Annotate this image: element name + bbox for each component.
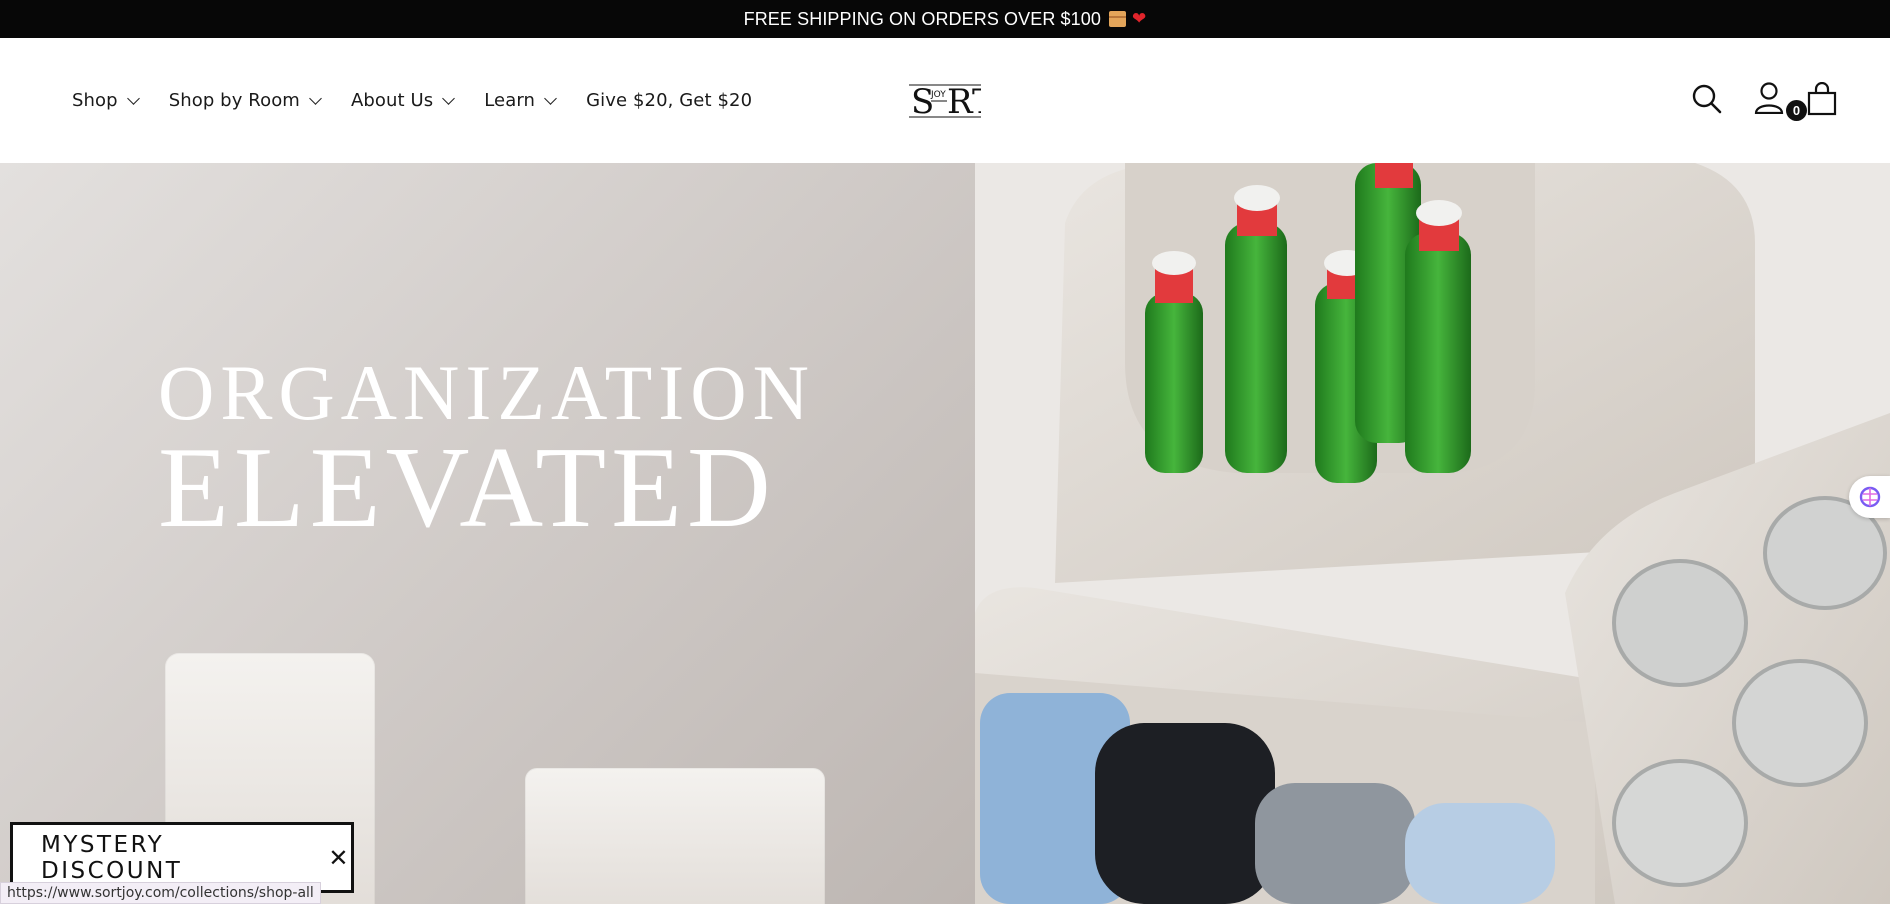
cart-icon[interactable] bbox=[1806, 81, 1838, 116]
nav-give-get-label: Give $20, Get $20 bbox=[586, 90, 753, 111]
hero-right-image bbox=[975, 163, 1890, 904]
package-icon bbox=[1109, 11, 1127, 27]
site-logo[interactable]: S JOY RT bbox=[909, 79, 981, 121]
nav-learn[interactable]: Learn bbox=[484, 90, 557, 111]
hero-left-image: ORGANIZATION ELEVATED bbox=[0, 163, 975, 904]
nav-shop-by-room[interactable]: Shop by Room bbox=[168, 90, 322, 111]
close-icon[interactable]: ✕ bbox=[328, 844, 351, 872]
storage-container-image bbox=[525, 768, 825, 904]
site-header: Shop Shop by Room About Us Learn Give $2… bbox=[0, 38, 1890, 163]
nav-shop-label: Shop bbox=[72, 90, 118, 111]
nav-about-us-label: About Us bbox=[350, 90, 434, 111]
nav-shop[interactable]: Shop bbox=[72, 90, 140, 111]
hero-banner[interactable]: ORGANIZATION ELEVATED bbox=[0, 163, 1890, 904]
hero-headline-line1: ORGANIZATION bbox=[158, 349, 815, 436]
nav-give-get[interactable]: Give $20, Get $20 bbox=[586, 90, 752, 111]
storage-bins-photo bbox=[975, 163, 1890, 904]
announcement-text: FREE SHIPPING ON ORDERS OVER $100 bbox=[743, 8, 1102, 29]
cart-count-badge: 0 bbox=[1786, 100, 1807, 121]
main-nav: Shop Shop by Room About Us Learn Give $2… bbox=[72, 38, 783, 163]
hero-headline: ORGANIZATION ELEVATED bbox=[158, 349, 815, 552]
announcement-bar: FREE SHIPPING ON ORDERS OVER $100 ❤ bbox=[0, 0, 1890, 38]
heart-icon: ❤ bbox=[1132, 9, 1147, 28]
chevron-down-icon bbox=[544, 91, 557, 105]
brain-widget-icon[interactable] bbox=[1849, 476, 1890, 518]
svg-text:RT: RT bbox=[947, 82, 981, 121]
chevron-down-icon bbox=[442, 91, 456, 105]
status-bar-url: https://www.sortjoy.com/collections/shop… bbox=[0, 882, 321, 904]
chevron-down-icon bbox=[126, 91, 140, 105]
chevron-down-icon bbox=[309, 91, 322, 105]
nav-shop-by-room-label: Shop by Room bbox=[168, 90, 300, 111]
mystery-discount-label: MYSTERY DISCOUNT bbox=[41, 831, 183, 884]
svg-text:S: S bbox=[911, 82, 934, 121]
account-icon[interactable] bbox=[1754, 82, 1784, 115]
logo-small-text: JOY bbox=[930, 90, 946, 100]
logo-mark: S JOY RT bbox=[909, 82, 981, 121]
hero-headline-line2: ELEVATED bbox=[158, 424, 776, 552]
nav-about-us[interactable]: About Us bbox=[350, 90, 456, 111]
search-icon[interactable] bbox=[1692, 84, 1722, 114]
nav-learn-label: Learn bbox=[484, 90, 536, 111]
